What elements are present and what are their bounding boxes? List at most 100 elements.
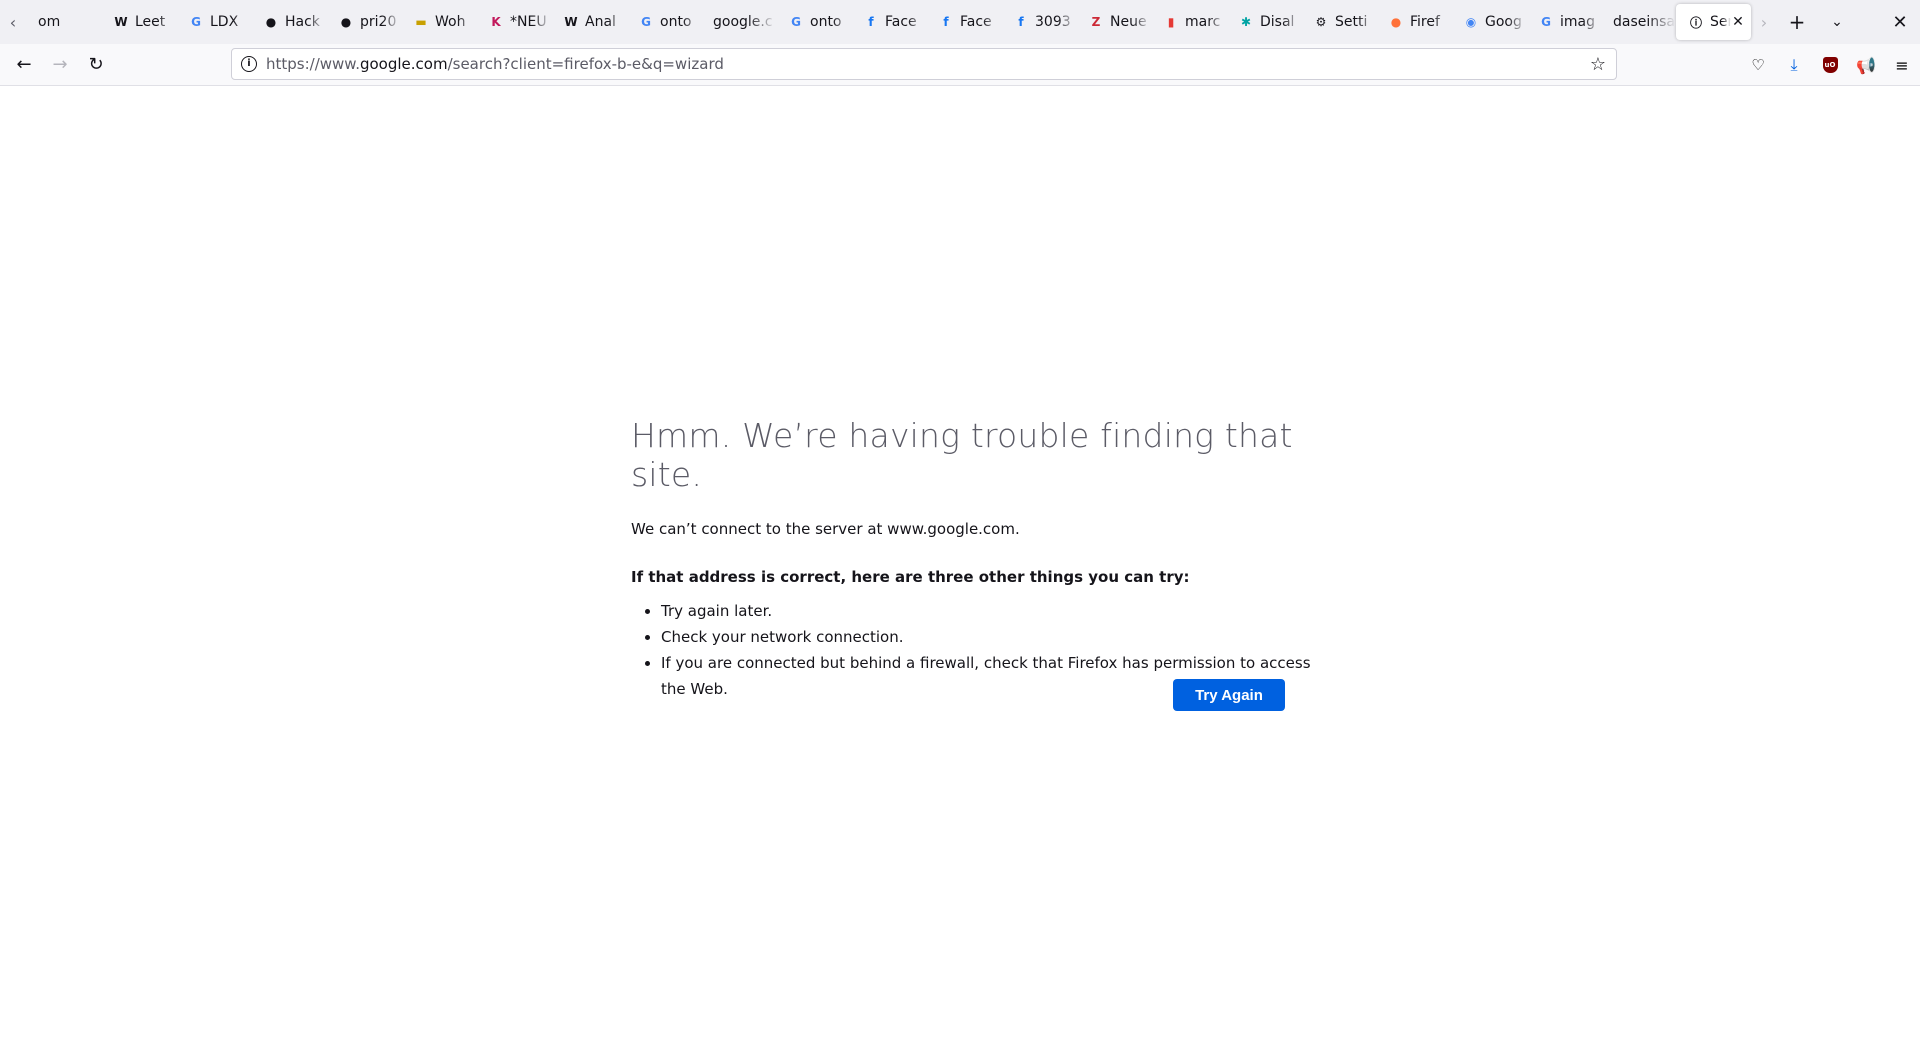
tab[interactable]: ● Hack	[251, 0, 326, 44]
wikipedia-icon: W	[564, 15, 578, 29]
star-icon: ☆	[1589, 53, 1607, 75]
tab[interactable]: ● pri20	[326, 0, 401, 44]
error-title: Hmm. We’re having trouble finding that s…	[631, 416, 1293, 494]
tab-label: Neue	[1110, 14, 1147, 30]
wikipedia-icon: W	[114, 15, 128, 29]
tab-active[interactable]: ⓘ Ser ✕	[1676, 4, 1751, 40]
chevron-down-icon: ⌄	[1831, 14, 1843, 30]
tab-label: 3093	[1035, 14, 1071, 30]
tab-label: Anal	[585, 14, 616, 30]
try-again-button[interactable]: Try Again	[1173, 679, 1285, 711]
download-icon: ⤓	[1790, 55, 1798, 74]
tab-strip: ‹ om W Leet G LDX ● Hack ● pri20 ▬ Woh K *NEU W Anal Go…	[0, 0, 1920, 44]
page-content: Hmm. We’re having trouble finding that s…	[0, 86, 1920, 1048]
plus-icon: +	[1788, 10, 1806, 34]
downloads-button[interactable]: ⤓	[1776, 49, 1812, 81]
tab-label: Goog	[1485, 14, 1522, 30]
google-icon: G	[791, 15, 801, 29]
google-icon: G	[191, 15, 201, 29]
puzzle-icon: ✱	[1240, 15, 1252, 29]
bookmark-star-button[interactable]: ☆	[1580, 54, 1616, 75]
pocket-icon: ♡	[1751, 56, 1765, 74]
info-icon: ⓘ	[1689, 15, 1702, 30]
arrow-left-icon: ←	[16, 54, 32, 75]
suggestions-heading: If that address is correct, here are thr…	[631, 568, 1190, 586]
nav-bar: ← → ↻ i https://www.google.com/search?cl…	[0, 44, 1920, 86]
error-container: Hmm. We’re having trouble finding that s…	[631, 416, 1311, 702]
tab-label: Leet	[135, 14, 166, 30]
site-info-button[interactable]: i	[232, 56, 266, 72]
gear-icon: ⚙	[1315, 15, 1327, 29]
tab[interactable]: google.c	[701, 0, 776, 44]
tab[interactable]: ▬ Woh	[401, 0, 476, 44]
close-tab-icon[interactable]: ✕	[1731, 14, 1745, 30]
tab[interactable]: W Leet	[101, 0, 176, 44]
pocket-button[interactable]: ♡	[1740, 49, 1776, 81]
tab-label: imag	[1560, 14, 1595, 30]
tab[interactable]: ▮ marc	[1151, 0, 1226, 44]
back-button[interactable]: ←	[6, 49, 42, 81]
list-all-tabs-button[interactable]: ⌄	[1817, 0, 1857, 44]
tab-label: om	[38, 14, 61, 30]
tab[interactable]: f Face	[851, 0, 926, 44]
tab[interactable]: Gonto	[776, 0, 851, 44]
info-icon: i	[241, 56, 257, 72]
tab[interactable]: om	[26, 0, 101, 44]
tab-label: Setti	[1335, 14, 1368, 30]
tab[interactable]: W Anal	[551, 0, 626, 44]
tab-label: google.c	[713, 14, 773, 30]
tab-label: Face	[885, 14, 917, 30]
tab-label: Face	[960, 14, 992, 30]
tab-label: *NEU	[510, 14, 547, 30]
tab[interactable]: f 3093	[1001, 0, 1076, 44]
tab[interactable]: ✱ Disal	[1226, 0, 1301, 44]
close-icon: ✕	[1892, 11, 1908, 33]
error-description: We can’t connect to the server at www.go…	[631, 520, 1020, 538]
ublock-shield-icon: uO	[1822, 57, 1838, 73]
window-close-button[interactable]: ✕	[1880, 0, 1920, 44]
app-menu-button[interactable]: ≡	[1884, 49, 1920, 81]
facebook-icon: f	[868, 15, 874, 29]
new-tab-button[interactable]: +	[1777, 0, 1817, 44]
tab[interactable]: ● Firef	[1376, 0, 1451, 44]
hamburger-menu-icon: ≡	[1895, 55, 1909, 75]
scroll-tabs-right-button[interactable]: ›	[1751, 0, 1777, 44]
firefox-icon: ●	[1390, 15, 1402, 29]
tab-label: onto	[660, 14, 692, 30]
site-icon-yellow-icon: ▬	[415, 15, 427, 29]
site-icon-k-icon: K	[491, 15, 501, 29]
facebook-icon: f	[943, 15, 949, 29]
facebook-icon: f	[1018, 15, 1024, 29]
tab[interactable]: G LDX	[176, 0, 251, 44]
chevron-right-icon: ›	[1760, 12, 1768, 32]
tab[interactable]: daseinsa	[1601, 0, 1676, 44]
github-icon: ●	[340, 15, 352, 29]
extension-megaphone-button[interactable]: 📢	[1848, 49, 1884, 81]
suggestion-item: Check your network connection.	[661, 624, 1311, 650]
tab[interactable]: K *NEU	[476, 0, 551, 44]
url-bar[interactable]: i https://www.google.com/search?client=f…	[231, 48, 1617, 80]
tab[interactable]: ◉ Goog	[1451, 0, 1526, 44]
tab[interactable]: f Face	[926, 0, 1001, 44]
chevron-left-icon: ‹	[9, 12, 17, 32]
tab-label: onto	[810, 14, 842, 30]
forward-button[interactable]: →	[42, 49, 78, 81]
url-text[interactable]: https://www.google.com/search?client=fir…	[266, 55, 1580, 73]
ublock-origin-button[interactable]: uO	[1812, 49, 1848, 81]
tab-label: Ser	[1710, 14, 1731, 30]
tab[interactable]: Z Neue	[1076, 0, 1151, 44]
reload-icon: ↻	[88, 54, 104, 75]
tab-label: Woh	[435, 14, 466, 30]
scroll-tabs-left-button[interactable]: ‹	[0, 0, 26, 44]
reload-button[interactable]: ↻	[78, 49, 114, 81]
tab-list: om W Leet G LDX ● Hack ● pri20 ▬ Woh K *NEU W Anal Gont…	[26, 0, 1751, 44]
tab-label: Firef	[1410, 14, 1440, 30]
tab[interactable]: Gimag	[1526, 0, 1601, 44]
tab-label: marc	[1185, 14, 1221, 30]
suggestion-item: Try again later.	[661, 598, 1311, 624]
tab[interactable]: ⚙ Setti	[1301, 0, 1376, 44]
tab[interactable]: Gonto	[626, 0, 701, 44]
google-icon: G	[641, 15, 651, 29]
google-lens-icon: ◉	[1465, 15, 1477, 29]
tab-label: pri20	[360, 14, 397, 30]
